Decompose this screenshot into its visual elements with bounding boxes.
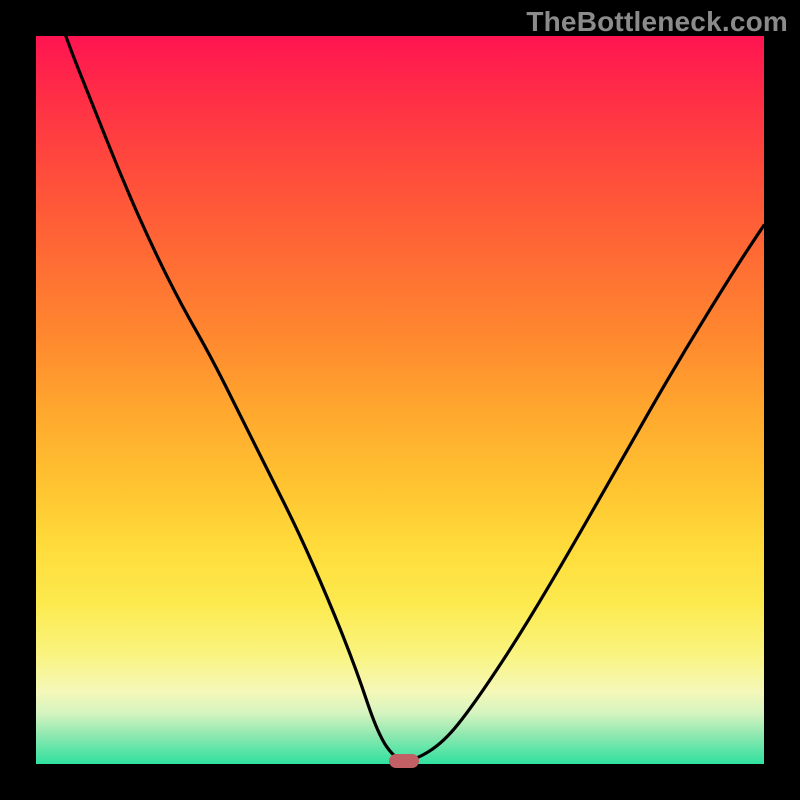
bottleneck-curve: [36, 36, 764, 764]
plot-area: [36, 36, 764, 764]
watermark-text: TheBottleneck.com: [526, 6, 788, 38]
balance-marker: [389, 754, 419, 768]
chart-frame: TheBottleneck.com: [0, 0, 800, 800]
